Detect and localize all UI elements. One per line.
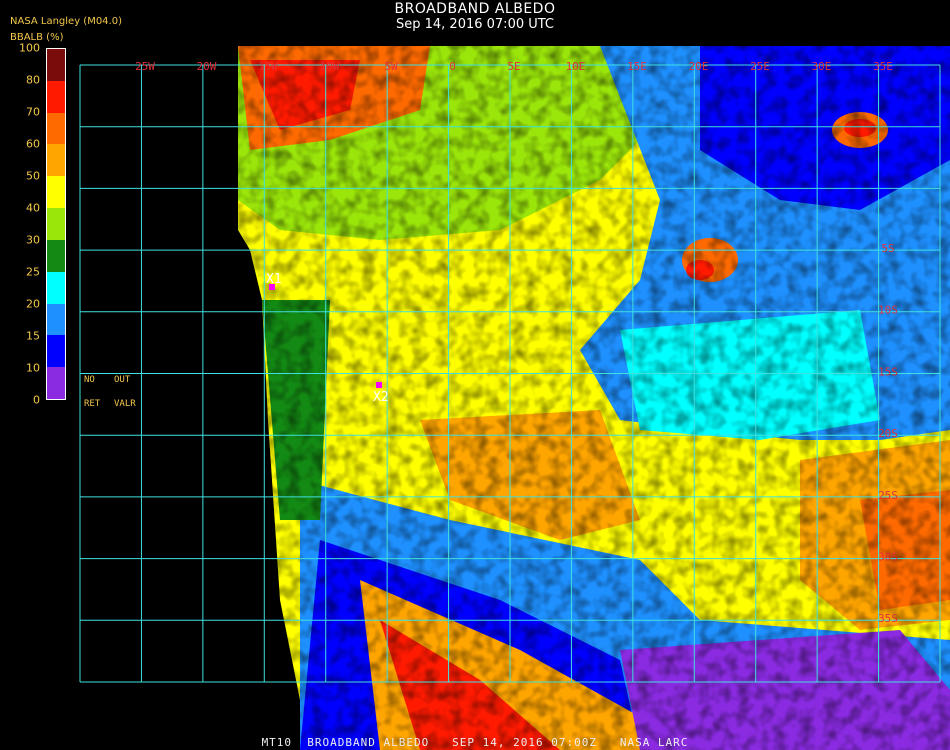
latitude-label: 25S: [878, 489, 898, 502]
longitude-label: 30E: [812, 60, 832, 73]
longitude-label: 15W: [258, 60, 278, 73]
longitude-label: 15E: [627, 60, 647, 73]
latitude-label: 20S: [878, 427, 898, 440]
longitude-label: 35E: [873, 60, 893, 73]
longitude-label: 10E: [566, 60, 586, 73]
longitude-label: 5E: [507, 60, 520, 73]
latitude-label: 15S: [878, 365, 898, 378]
albedo-data-field: [238, 46, 950, 750]
latitude-label: 30S: [878, 551, 898, 564]
marker-label: X1: [266, 272, 282, 287]
marker-point: [376, 382, 382, 388]
longitude-label: 20E: [689, 60, 709, 73]
longitude-label: 5W: [384, 60, 398, 73]
longitude-label: 25E: [750, 60, 770, 73]
latitude-label: 10S: [878, 304, 898, 317]
latitude-label: 5S: [881, 242, 894, 255]
footer-caption: MT10 BROADBAND ALBEDO SEP 14, 2016 07:00…: [261, 736, 689, 749]
latitude-label: 35S: [878, 612, 898, 625]
marker-label: X2: [373, 390, 389, 405]
longitude-label: 20W: [197, 60, 217, 73]
longitude-label: 0: [449, 60, 456, 73]
longitude-label: 25W: [135, 60, 155, 73]
longitude-label: 10W: [320, 60, 340, 73]
albedo-map: 25W 20W 15W 10W 5W 0 5E 10E 15E 20E 25E 30E 35E 5S 10S…: [79, 46, 950, 750]
